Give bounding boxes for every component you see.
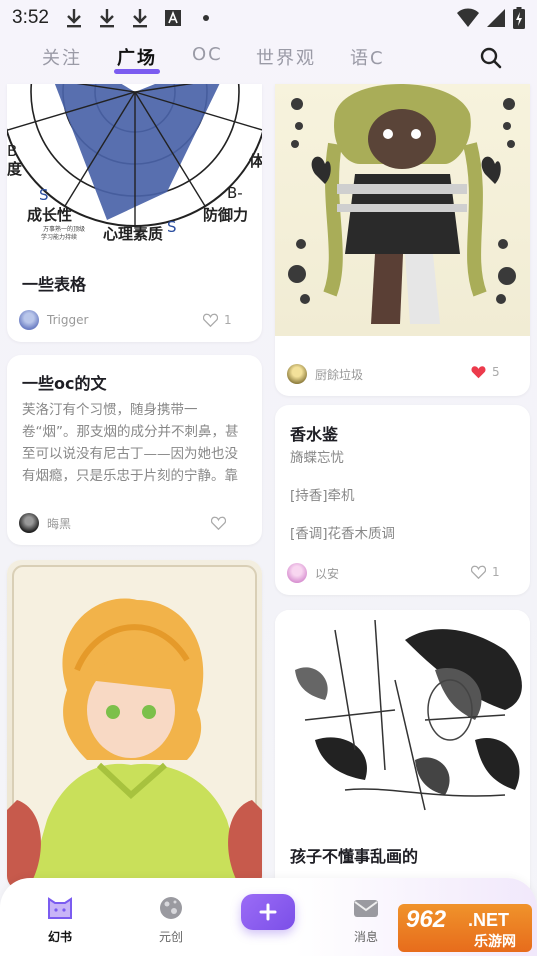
site-watermark: 962 .NET 乐游网 — [398, 904, 532, 952]
status-bar: 3:52 — [0, 0, 537, 36]
like-button[interactable]: 1 — [471, 565, 500, 579]
post-card[interactable] — [7, 560, 262, 890]
download-icon — [63, 7, 85, 29]
avatar — [19, 513, 39, 533]
nav-label: 元创 — [158, 930, 183, 944]
like-count: 5 — [492, 365, 500, 379]
tab-yuc[interactable]: 语C — [350, 44, 385, 70]
radar-label: 成长性 — [27, 206, 73, 224]
font-app-icon — [162, 7, 184, 29]
post-title: 香水鉴 — [290, 425, 339, 444]
signal-icon — [487, 8, 505, 32]
heart-icon — [471, 565, 486, 579]
like-count: 1 — [224, 313, 232, 327]
radar-label: S — [167, 218, 177, 236]
radar-label: S — [39, 186, 49, 204]
radar-label: 防御力 — [203, 206, 249, 224]
post-subtitle: 旖蝶忘忧 — [290, 450, 344, 466]
tab-worldview[interactable]: 世界观 — [256, 44, 316, 70]
download-icon — [129, 7, 151, 29]
search-icon[interactable] — [479, 46, 503, 70]
create-post-button[interactable] — [241, 894, 295, 930]
radar-label: 度 — [7, 160, 23, 178]
dot-icon — [195, 7, 217, 29]
nav-item-messages[interactable]: 消息 — [336, 894, 396, 945]
watermark-net: .NET — [468, 910, 510, 930]
radar-label: B- — [227, 184, 243, 202]
heart-filled-icon — [471, 366, 486, 379]
author-name: 厨餘垃圾 — [315, 367, 364, 382]
cat-book-icon — [46, 894, 74, 922]
top-tabs: 关注 广场 OC 世界观 语C — [0, 38, 537, 82]
tab-oc[interactable]: OC — [192, 44, 223, 65]
author-name: 以安 — [315, 566, 340, 581]
author-name: Trigger — [47, 313, 89, 327]
like-button[interactable]: 5 — [471, 365, 500, 379]
post-author[interactable]: 晦黑 — [19, 513, 71, 533]
avatar — [287, 563, 307, 583]
post-card[interactable]: 一些oc的文 芙洛汀有个习惯，随身携带一卷“烟”。那支烟的成分并不刺鼻，甚至可以… — [7, 355, 262, 545]
post-card[interactable]: 香水鉴 旖蝶忘忧 [持香]牵机 [香调]花香木质调 以安 1 — [275, 405, 530, 595]
ink-sketch-image — [275, 610, 530, 825]
portrait-illustration-image — [7, 560, 262, 890]
planet-icon — [157, 894, 185, 922]
nav-item-yuanchuang[interactable]: 元创 — [141, 894, 201, 945]
post-title: 一些表格 — [22, 275, 87, 294]
post-author[interactable]: Trigger — [19, 310, 88, 330]
post-image: B 度 S 成长性 万事熟一的顶级 学习能力持续 心理素质 S B- 防御力 体 — [7, 84, 262, 256]
post-title: 一些oc的文 — [22, 374, 107, 393]
radar-label: 体 — [249, 152, 262, 170]
wifi-icon — [457, 8, 479, 32]
post-author[interactable]: 厨餘垃圾 — [287, 364, 363, 384]
nav-label: 幻书 — [47, 930, 72, 944]
post-excerpt: 芙洛汀有个习惯，随身携带一卷“烟”。那支烟的成分并不刺鼻，甚至可以说没有尼古丁—… — [22, 402, 239, 484]
nav-item-huanshu[interactable]: 幻书 — [30, 894, 90, 945]
like-button[interactable] — [211, 516, 232, 530]
active-tab-indicator — [114, 69, 160, 74]
post-line: [香调]花香木质调 — [290, 526, 396, 542]
battery-icon — [513, 7, 525, 33]
post-card[interactable]: 厨餘垃圾 5 — [275, 84, 530, 396]
avatar — [287, 364, 307, 384]
heart-icon — [203, 313, 218, 327]
radar-label: 学习能力持续 — [41, 234, 78, 241]
tab-plaza[interactable]: 广场 — [117, 44, 157, 70]
post-author[interactable]: 以安 — [287, 563, 339, 583]
tab-follow[interactable]: 关注 — [42, 44, 82, 70]
post-card[interactable]: 孩子不懂事乱画的 — [275, 610, 530, 900]
watermark-site-name: 乐游网 — [474, 933, 516, 949]
avatar — [19, 310, 39, 330]
like-button[interactable]: 1 — [203, 313, 232, 327]
post-title: 孩子不懂事乱画的 — [290, 847, 419, 866]
envelope-icon — [352, 894, 380, 922]
radar-label: 心理素质 — [103, 225, 164, 243]
heart-icon — [211, 516, 226, 530]
download-icon — [96, 7, 118, 29]
author-name: 晦黑 — [47, 516, 72, 531]
post-line: [持香]牵机 — [290, 488, 355, 504]
status-time: 3:52 — [12, 7, 49, 28]
nav-label: 消息 — [353, 930, 378, 944]
post-card[interactable]: B 度 S 成长性 万事熟一的顶级 学习能力持续 心理素质 S B- 防御力 体… — [7, 84, 262, 342]
character-illustration-image — [275, 84, 530, 336]
like-count: 1 — [492, 565, 500, 579]
plus-icon — [259, 903, 277, 921]
watermark-number: 962 — [406, 906, 447, 933]
